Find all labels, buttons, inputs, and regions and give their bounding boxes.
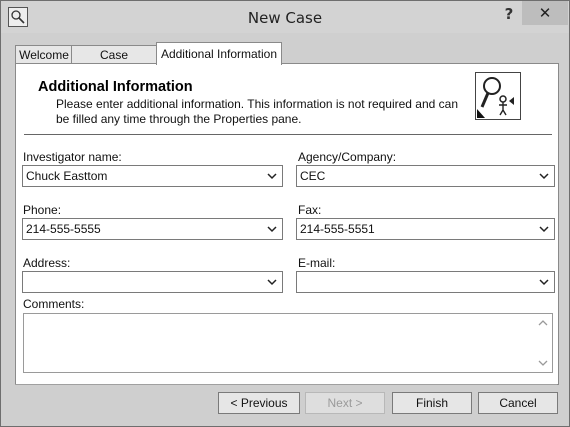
investigator-name-value: Chuck Easttom (26, 169, 108, 183)
next-button[interactable]: Next > (305, 392, 385, 414)
section-description: Please enter additional information. Thi… (56, 97, 459, 126)
phone-value: 214-555-5555 (26, 222, 101, 236)
investigator-icon (475, 72, 521, 120)
investigator-name-combobox[interactable]: Chuck Easttom (22, 165, 283, 187)
tab-case-properties[interactable]: Case Properties (71, 45, 157, 81)
fax-value: 214-555-5551 (300, 222, 375, 236)
tab-panel: Additional Information Please enter addi… (15, 63, 559, 385)
tab-additional-information[interactable]: Additional Information (156, 42, 282, 65)
title-bar: New Case ? ✕ (1, 1, 569, 33)
agency-company-label: Agency/Company: (298, 150, 397, 164)
fax-label: Fax: (298, 203, 322, 217)
header-divider (24, 134, 552, 135)
tab-welcome[interactable]: Welcome (15, 45, 73, 65)
chevron-down-icon (539, 279, 549, 286)
email-combobox[interactable] (296, 271, 555, 293)
email-label: E-mail: (298, 256, 336, 270)
cancel-button[interactable]: Cancel (478, 392, 558, 414)
fax-combobox[interactable]: 214-555-5551 (296, 218, 555, 240)
footer-divider (15, 384, 557, 385)
address-combobox[interactable] (22, 271, 283, 293)
comments-textarea[interactable] (23, 313, 553, 373)
help-button[interactable]: ? (494, 3, 524, 25)
address-label: Address: (23, 256, 71, 270)
agency-company-value: CEC (300, 169, 326, 183)
phone-combobox[interactable]: 214-555-5555 (22, 218, 283, 240)
chevron-down-icon (267, 226, 277, 233)
chevron-down-icon (267, 279, 277, 286)
window-title: New Case (247, 9, 323, 27)
chevron-down-icon (539, 173, 549, 180)
scroll-down-icon[interactable] (538, 359, 548, 367)
comments-label: Comments: (23, 297, 85, 311)
section-heading: Additional Information (38, 79, 193, 95)
investigator-name-label: Investigator name: (23, 150, 122, 164)
previous-button[interactable]: < Previous (218, 392, 300, 414)
phone-label: Phone: (23, 203, 62, 217)
scroll-up-icon[interactable] (538, 319, 548, 327)
close-button[interactable]: ✕ (522, 1, 568, 25)
agency-company-combobox[interactable]: CEC (296, 165, 555, 187)
chevron-down-icon (267, 173, 277, 180)
finish-button[interactable]: Finish (392, 392, 472, 414)
new-case-dialog: New Case ? ✕ Welcome Case Properties Add… (0, 0, 570, 427)
chevron-down-icon (539, 226, 549, 233)
